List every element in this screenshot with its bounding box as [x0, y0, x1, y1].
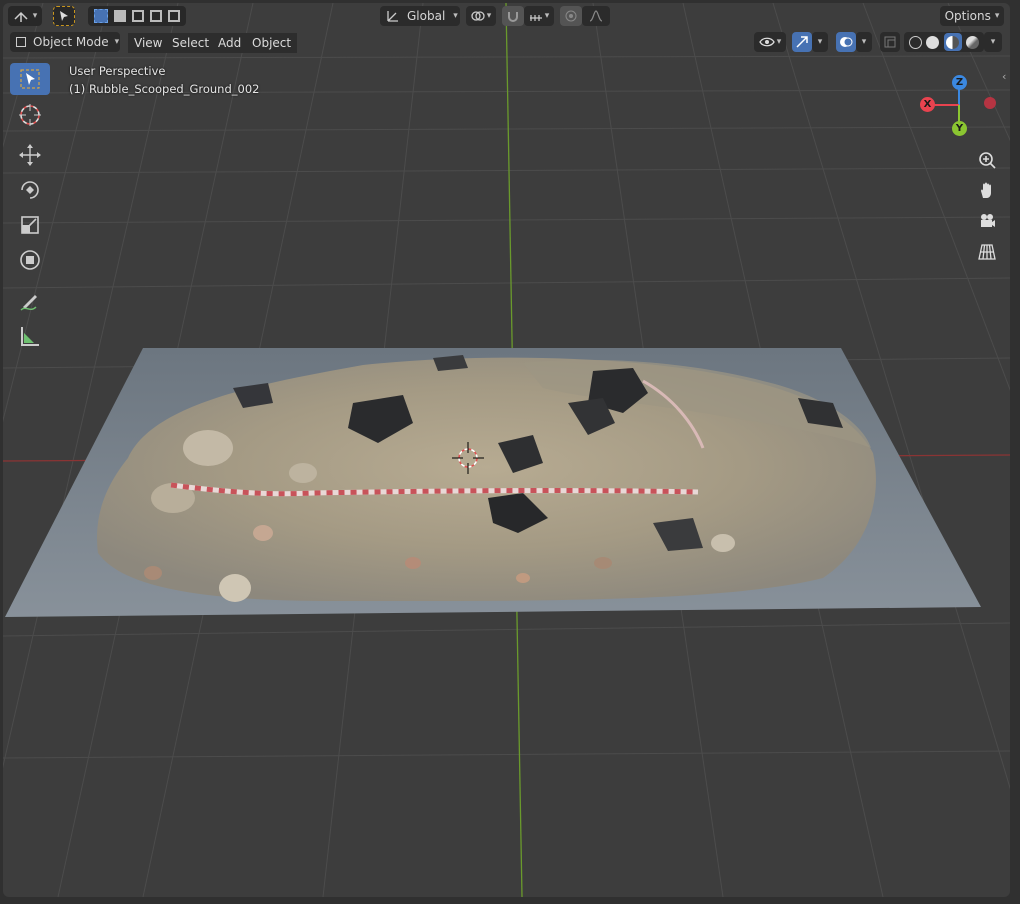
zoom-button[interactable]: [973, 146, 1001, 174]
xray-icon: [884, 36, 896, 48]
falloff-curve-icon: [589, 10, 603, 22]
grid-icon: [978, 244, 996, 260]
editor-type-button[interactable]: ▾: [8, 6, 42, 26]
snap-toggle[interactable]: [502, 6, 524, 26]
tweak-tool-button[interactable]: [53, 6, 75, 26]
gizmo-x-axis[interactable]: X: [920, 97, 935, 112]
pivot-point-dropdown[interactable]: ▾: [466, 6, 496, 26]
rotate-icon: [21, 181, 39, 199]
pivot-icon: [471, 11, 485, 21]
menu-select[interactable]: Select: [166, 33, 216, 53]
proportional-edit-toggle[interactable]: [560, 6, 582, 26]
select-mode-group: [88, 6, 186, 26]
select-box-icon: [20, 69, 40, 89]
mode-label: Object Mode: [33, 35, 109, 49]
pan-button[interactable]: [973, 176, 1001, 204]
falloff-dropdown[interactable]: [582, 6, 610, 26]
zoom-icon: [979, 152, 996, 169]
cursor-tool[interactable]: [10, 99, 50, 131]
scale-icon: [21, 216, 39, 234]
orientation-label: Global: [407, 9, 446, 23]
select-difference-icon[interactable]: [150, 10, 162, 22]
rotate-tool[interactable]: [10, 174, 50, 206]
cursor-arrow-icon: [60, 11, 68, 21]
eye-icon: [758, 37, 775, 47]
wireframe-shading-icon[interactable]: [909, 35, 923, 49]
orientation-icon: [387, 11, 398, 22]
transform-orientation-dropdown[interactable]: Global ▾: [380, 6, 460, 26]
scale-tool[interactable]: [10, 209, 50, 241]
rubble-mesh: [5, 348, 981, 617]
snap-increment-icon: [529, 15, 542, 21]
measure-tool[interactable]: [10, 320, 50, 352]
view-name: User Perspective: [69, 64, 166, 78]
camera-view-button[interactable]: [973, 207, 1001, 235]
shading-dropdown[interactable]: ▾: [984, 32, 1002, 52]
material-shading-icon[interactable]: [943, 33, 962, 51]
move-tool[interactable]: [10, 139, 50, 171]
select-new-icon[interactable]: [94, 9, 108, 23]
object-mode-icon: [14, 11, 28, 22]
menu-add[interactable]: Add: [212, 33, 248, 53]
3d-viewport[interactable]: [3, 3, 1010, 897]
select-extend-icon[interactable]: [114, 10, 126, 22]
navigation-gizmo[interactable]: Z X Y: [918, 73, 1008, 138]
object-mode-icon: [16, 37, 26, 47]
viewport-grid: [3, 3, 1010, 897]
cursor-icon: [19, 104, 41, 126]
annotate-icon: [20, 295, 37, 311]
active-object-name: (1) Rubble_Scooped_Ground_002: [69, 82, 260, 96]
gizmo-y-axis[interactable]: Y: [952, 121, 967, 136]
rendered-shading-icon[interactable]: [965, 35, 979, 49]
gizmo-neg-x-axis[interactable]: [984, 97, 996, 109]
menu-object[interactable]: Object: [246, 33, 298, 53]
options-dropdown[interactable]: Options ▾: [940, 6, 1004, 26]
sidebar-toggle-arrow[interactable]: ‹: [1002, 70, 1006, 83]
shading-group: [904, 32, 984, 52]
object-mode-dropdown[interactable]: Object Mode ▾: [10, 32, 120, 52]
overlays-toggle[interactable]: [836, 32, 856, 52]
magnet-icon: [508, 12, 518, 22]
options-label: Options: [944, 9, 991, 23]
gizmo-z-axis[interactable]: Z: [952, 75, 967, 90]
gizmo-icon: [796, 36, 808, 48]
select-subtract-icon[interactable]: [132, 10, 144, 22]
transform-tool[interactable]: [10, 244, 50, 276]
transform-icon: [20, 250, 40, 270]
annotate-tool[interactable]: [10, 285, 50, 317]
solid-shading-icon[interactable]: [926, 35, 940, 49]
overlays-dropdown[interactable]: ▾: [856, 32, 872, 52]
visibility-dropdown[interactable]: ▾: [754, 32, 786, 52]
menu-view[interactable]: View: [128, 33, 169, 53]
snap-target-dropdown[interactable]: ▾: [524, 6, 554, 26]
select-box-tool[interactable]: [10, 63, 50, 95]
gizmo-toggle[interactable]: [792, 32, 812, 52]
overlays-icon: [840, 37, 853, 47]
hand-icon: [981, 182, 991, 198]
xray-toggle[interactable]: [880, 32, 900, 52]
gizmo-dropdown[interactable]: ▾: [812, 32, 828, 52]
perspective-toggle-button[interactable]: [973, 238, 1001, 266]
move-icon: [19, 144, 41, 166]
blender-window: ▾ Global ▾ ▾ ▾ Options ▾ Object Mode ▾ View…: [0, 0, 1020, 904]
camera-icon: [981, 214, 995, 227]
proportional-edit-icon: [565, 10, 577, 22]
measure-icon: [21, 327, 39, 346]
select-intersect-icon[interactable]: [168, 10, 180, 22]
